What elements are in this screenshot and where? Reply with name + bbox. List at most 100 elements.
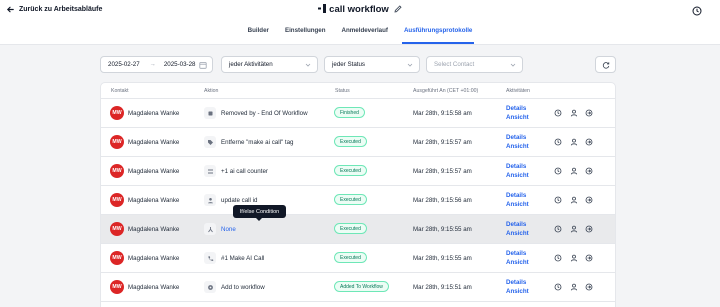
tooltip: If/else Condition [233,205,286,221]
details-view-link[interactable]: Details Ansicht [506,105,529,122]
table-row: MW Magdalena Wanke None Executed Mar 28th, 9… [101,215,615,244]
workflow-title: call workflow [0,4,720,15]
history-icon[interactable] [554,254,562,262]
history-icon[interactable] [554,138,562,146]
history-icon[interactable] [554,283,562,291]
tab-bar: Builder Einstellungen Anmeldeverlauf Aus… [0,25,720,44]
contact-name[interactable]: Magdalena Wanke [128,110,179,117]
action-name: update call id [221,197,258,204]
details-view-link[interactable]: Details Ansicht [506,250,529,267]
activity-select[interactable]: jeder Aktivitäten [221,56,318,73]
table-header: Kontakt Aktion Status Ausgeführt An (CET… [101,83,615,99]
activity-select-value: jeder Aktivitäten [229,61,273,68]
contact-name[interactable]: Magdalena Wanke [128,197,179,204]
tab-builder[interactable]: Builder [240,25,277,44]
column-action: Aktion [204,88,219,94]
executed-at: Mar 28th, 9:15:55 am [413,226,472,233]
arrow-circle-right-icon[interactable] [585,138,593,146]
contact-name[interactable]: Magdalena Wanke [128,226,179,233]
executed-at: Mar 28th, 9:15:57 am [413,139,472,146]
view-label: Ansicht [506,113,529,121]
status-badge: Executed [334,194,367,205]
details-view-link[interactable]: Details Ansicht [506,163,529,180]
user-icon [207,197,213,203]
gear-icon [207,284,213,290]
user-icon[interactable] [570,167,578,175]
status-badge: Executed [334,136,367,147]
user-icon[interactable] [570,109,578,117]
arrow-circle-right-icon[interactable] [585,196,593,204]
arrow-circle-right-icon[interactable] [585,254,593,262]
arrow-circle-right-icon[interactable] [585,283,593,291]
details-view-link[interactable]: Details Ansicht [506,134,529,151]
details-view-link[interactable]: Details Ansicht [506,279,529,296]
chevron-down-icon [510,63,516,67]
executed-at: Mar 28th, 9:15:58 am [413,110,472,117]
contact-name[interactable]: Magdalena Wanke [128,255,179,262]
avatar: MW [110,222,124,236]
column-contact: Kontakt [111,88,129,94]
action-icon [204,165,216,177]
avatar: MW [110,106,124,120]
user-icon[interactable] [570,254,578,262]
action-name: +1 ai call counter [221,168,268,175]
details-view-link[interactable]: Details Ansicht [506,221,529,238]
table-row: MW Magdalena Wanke Entferne "make ai call"… [101,128,615,157]
user-icon[interactable] [570,196,578,204]
user-icon[interactable] [570,283,578,291]
refresh-button[interactable] [595,56,616,73]
action-icon [204,194,216,206]
tab-settings[interactable]: Einstellungen [277,25,334,44]
history-icon[interactable] [554,109,562,117]
pencil-icon[interactable] [394,5,402,13]
history-icon[interactable] [554,167,562,175]
details-view-link[interactable]: Details Ansicht [506,192,529,209]
action-icon [204,107,216,119]
tab-execution-logs[interactable]: Ausführungsprotokolle [396,25,480,44]
tab-enrollment-history[interactable]: Anmeldeverlauf [334,25,396,44]
column-executed-at: Ausgeführt An (CET +01:00) [413,88,479,94]
tag-icon [207,139,213,145]
avatar: MW [110,193,124,207]
details-label: Details [506,221,527,228]
arrow-right-icon: → [149,61,156,68]
date-range-picker[interactable]: 2025-02-27 → 2025-03-28 [100,56,213,73]
view-label: Ansicht [506,229,529,237]
status-badge: Finished [334,107,365,118]
details-label: Details [506,134,527,141]
history-icon[interactable] [554,225,562,233]
arrow-circle-right-icon[interactable] [585,109,593,117]
contact-name[interactable]: Magdalena Wanke [128,284,179,291]
table-row: MW Magdalena Wanke #1 Make AI Call Executed… [101,244,615,273]
details-label: Details [506,279,527,286]
contact-name[interactable]: Magdalena Wanke [128,139,179,146]
status-select[interactable]: jeder Status [324,56,420,73]
contact-select-placeholder: Select Contact [434,61,475,68]
chevron-down-icon [305,63,311,67]
action-name: #1 Make AI Call [221,255,265,262]
branch-icon [207,226,213,232]
contact-name[interactable]: Magdalena Wanke [128,168,179,175]
contact-select[interactable]: Select Contact [426,56,523,73]
history-icon[interactable] [554,196,562,204]
avatar: MW [110,164,124,178]
action-name: Removed by - End Of Workflow [221,110,308,117]
date-to: 2025-03-28 [163,61,196,68]
view-label: Ansicht [506,142,529,150]
executed-at: Mar 28th, 9:15:56 am [413,197,472,204]
date-from: 2025-02-27 [108,61,140,68]
arrow-circle-right-icon[interactable] [585,225,593,233]
column-activities: Aktivitäten [506,88,530,94]
counter-icon [207,169,213,173]
arrow-circle-right-icon[interactable] [585,167,593,175]
action-name[interactable]: None [221,226,236,233]
user-icon[interactable] [570,138,578,146]
chevron-down-icon [407,63,413,67]
status-badge: Executed [334,223,367,234]
user-icon[interactable] [570,225,578,233]
header-divider [0,44,720,45]
action-icon [204,281,216,293]
workflow-title-text: call workflow [329,4,389,15]
history-icon[interactable] [692,6,702,16]
avatar: MW [110,251,124,265]
